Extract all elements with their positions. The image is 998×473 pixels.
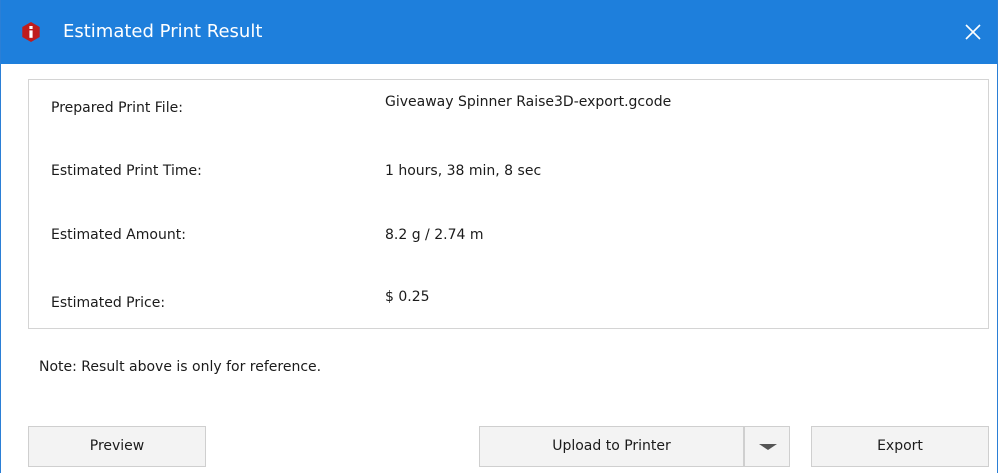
close-button[interactable] — [957, 16, 989, 48]
info-row-amount: Estimated Amount: 8.2 g / 2.74 m — [29, 223, 988, 247]
export-button[interactable]: Export — [811, 426, 989, 467]
estimated-print-time-label: Estimated Print Time: — [51, 163, 202, 179]
info-row-print-file: Prepared Print File: Giveaway Spinner Ra… — [29, 90, 988, 116]
upload-options-dropdown-button[interactable] — [744, 426, 790, 467]
preview-button[interactable]: Preview — [28, 426, 206, 467]
estimated-amount-value: 8.2 g / 2.74 m — [385, 227, 484, 243]
estimated-amount-label: Estimated Amount: — [51, 227, 186, 243]
info-row-price: Estimated Price: $ 0.25 — [29, 285, 988, 311]
info-row-print-time: Estimated Print Time: 1 hours, 38 min, 8… — [29, 159, 988, 183]
estimated-price-value: $ 0.25 — [385, 289, 430, 305]
close-icon — [965, 24, 981, 40]
estimated-print-result-dialog: Estimated Print Result Prepared Print Fi… — [0, 0, 998, 473]
estimated-print-time-value: 1 hours, 38 min, 8 sec — [385, 163, 542, 179]
dialog-title: Estimated Print Result — [63, 21, 263, 42]
estimated-price-label: Estimated Price: — [51, 295, 166, 311]
chevron-down-icon — [759, 444, 777, 450]
print-info-panel: Prepared Print File: Giveaway Spinner Ra… — [28, 79, 989, 329]
upload-to-printer-button[interactable]: Upload to Printer — [479, 426, 744, 467]
prepared-print-file-label: Prepared Print File: — [51, 100, 183, 116]
reference-note: Note: Result above is only for reference… — [39, 359, 322, 375]
title-bar: Estimated Print Result — [1, 0, 997, 64]
prepared-print-file-value: Giveaway Spinner Raise3D-export.gcode — [385, 94, 672, 110]
raise3d-logo-icon — [22, 22, 40, 42]
